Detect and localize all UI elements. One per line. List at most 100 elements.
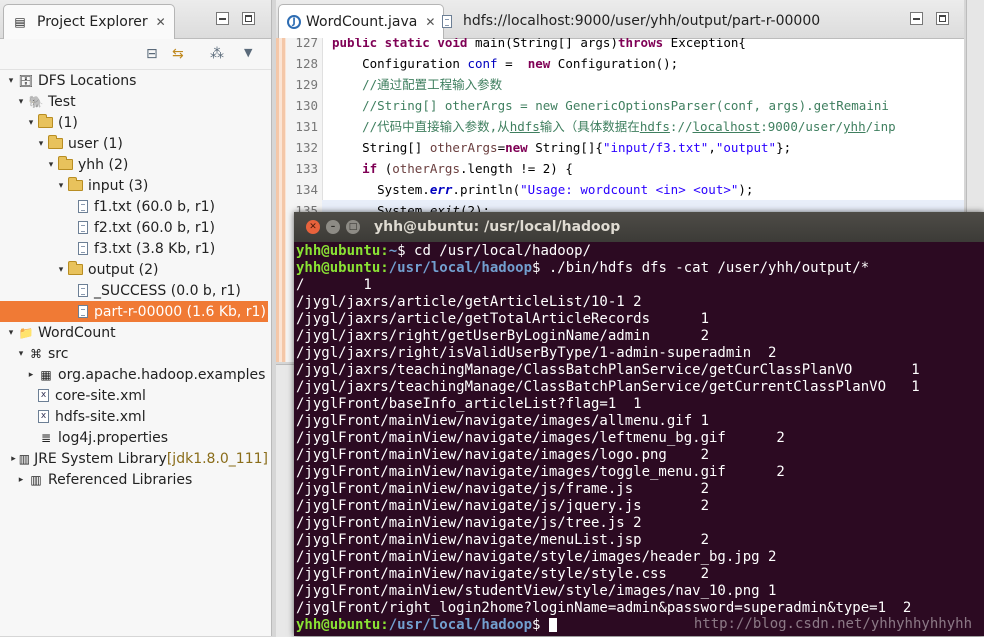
line-number: 132 <box>295 140 318 155</box>
tree-item[interactable]: x hdfs-site.xml <box>0 406 268 427</box>
terminal-line: /jygl/jaxrs/right/getUserByLoginName/adm… <box>296 328 710 344</box>
view-menu-icon[interactable]: ▼ <box>244 46 252 59</box>
line-number: 127 <box>295 35 318 50</box>
tree-item[interactable]: x core-site.xml <box>0 385 268 406</box>
expand-toggle-icon[interactable]: ▾ <box>16 349 26 359</box>
editor-minimize-button[interactable] <box>910 12 923 25</box>
tab-project-explorer[interactable]: ▤ Project Explorer ✕ <box>3 4 175 39</box>
java-file-icon: J <box>287 15 301 29</box>
minimize-button[interactable] <box>216 12 229 25</box>
line-number: 134 <box>295 182 318 197</box>
editor-tab-bar: J WordCount.java ✕ hdfs://localhost:9000… <box>276 0 964 39</box>
tree-item[interactable]: ▾ output (2) <box>0 259 268 280</box>
tree-item-label: user (1) <box>68 135 123 152</box>
expand-toggle-icon[interactable]: ▾ <box>6 76 16 86</box>
minimize-window-button[interactable]: – <box>326 220 340 234</box>
tree-item-label: log4j.properties <box>58 429 169 446</box>
tree-item[interactable]: ▾ 🗄 DFS Locations <box>0 70 268 91</box>
tree-item-label: core-site.xml <box>55 387 146 404</box>
terminal-line: /jyglFront/mainView/navigate/images/left… <box>296 430 785 446</box>
tree-item[interactable]: ▸ ▦ org.apache.hadoop.examples <box>0 364 268 385</box>
tab-hdfs-part-file[interactable]: hdfs://localhost:9000/user/yhh/output/pa… <box>434 4 828 38</box>
line-number: 131 <box>295 119 318 134</box>
tree-item[interactable]: ▾ ⌘ src <box>0 343 268 364</box>
terminal-line: /jygl/jaxrs/article/getTotalArticleRecor… <box>296 311 710 327</box>
expand-toggle-icon[interactable]: ▾ <box>16 97 26 107</box>
terminal-line: /jyglFront/mainView/navigate/js/tree.js … <box>296 515 642 531</box>
tree-item[interactable]: ▾ 📁 WordCount <box>0 322 268 343</box>
tree-item[interactable]: ▾ 🐘 Test <box>0 91 268 112</box>
terminal-line: yhh@ubuntu:~$ cd /usr/local/hadoop/ <box>296 243 591 260</box>
tree-item-label: Test <box>48 93 76 110</box>
collapse-all-icon[interactable]: ⊟ <box>146 46 158 62</box>
explorer-toolbar: ⊟ ⇆ ⁂ ▼ <box>0 39 271 70</box>
command-text: $ ./bin/hdfs dfs -cat /user/yhh/output/* <box>532 260 870 276</box>
expand-toggle-icon[interactable]: ▾ <box>56 265 66 275</box>
tree-item[interactable]: ▾ user (1) <box>0 133 268 154</box>
terminal-titlebar: ✕ – □ yhh@ubuntu: /usr/local/hadoop <box>294 212 984 242</box>
tree-item[interactable]: ▸ ▥ JRE System Library [jdk1.8.0_111] <box>0 448 268 469</box>
expand-toggle-icon[interactable]: ▾ <box>56 181 66 191</box>
folder-icon <box>68 261 83 275</box>
tree-item[interactable]: ▾ yhh (2) <box>0 154 268 175</box>
tree-item-label: output (2) <box>88 261 159 278</box>
terminal-line: /jyglFront/mainView/navigate/js/jquery.j… <box>296 498 710 514</box>
tree-item-label: yhh (2) <box>78 156 129 173</box>
tree-item-label: part-r-00000 (1.6 Kb, r1) <box>94 303 266 320</box>
terminal-line: /jygl/jaxrs/teachingManage/ClassBatchPla… <box>296 362 920 378</box>
terminal-output[interactable]: yhh@ubuntu:~$ cd /usr/local/hadoop/yhh@u… <box>296 243 984 636</box>
link-with-editor-icon[interactable]: ⇆ <box>172 46 184 62</box>
terminal-line: / 1 <box>296 277 372 293</box>
properties-icon: ≣ <box>40 430 52 445</box>
command-text: $ cd /usr/local/hadoop/ <box>397 243 592 259</box>
expand-toggle-icon[interactable]: ▾ <box>46 160 56 170</box>
close-window-button[interactable]: ✕ <box>306 220 320 234</box>
code-line: Configuration conf = new Configuration()… <box>332 56 679 71</box>
code-line: String[] otherArgs=new String[]{"input/f… <box>332 140 792 155</box>
tree-item[interactable]: f2.txt (60.0 b, r1) <box>0 217 268 238</box>
expand-toggle-icon[interactable]: ▸ <box>10 454 16 464</box>
prompt-path: /usr/local/hadoop <box>388 260 533 276</box>
close-icon[interactable]: ✕ <box>156 15 166 29</box>
tree-item[interactable]: f1.txt (60.0 b, r1) <box>0 196 268 217</box>
tree-item-label: input (3) <box>88 177 149 194</box>
file-icon <box>78 221 88 234</box>
watermark: http://blog.csdn.net/yhhyhhyhhyhh <box>693 616 972 632</box>
terminal-line: /jyglFront/mainView/navigate/style/image… <box>296 549 777 565</box>
terminal-line: yhh@ubuntu:/usr/local/hadoop$ <box>296 617 557 634</box>
expand-toggle-icon[interactable]: ▾ <box>6 328 16 338</box>
tree-item[interactable]: ▸ ▥ Referenced Libraries <box>0 469 268 490</box>
tree-item[interactable]: part-r-00000 (1.6 Kb, r1) <box>0 301 268 322</box>
expand-toggle-icon[interactable]: ▾ <box>26 118 36 128</box>
expand-toggle-icon[interactable]: ▸ <box>16 475 26 485</box>
tab-label: Project Explorer <box>37 14 148 30</box>
tree-item[interactable]: ▾ (1) <box>0 112 268 133</box>
tab-label: WordCount.java <box>306 14 418 30</box>
terminal-line: /jyglFront/right_login2home?loginName=ad… <box>296 600 912 616</box>
expand-toggle-icon[interactable]: ▸ <box>26 370 36 380</box>
tree-item[interactable]: ▾ input (3) <box>0 175 268 196</box>
line-number: 129 <box>295 77 318 92</box>
xml-icon: x <box>38 389 49 402</box>
maximize-button[interactable] <box>242 12 255 25</box>
file-icon <box>78 242 88 255</box>
folder-icon <box>48 135 63 149</box>
code-line: //代码中直接输入参数,从hdfs输入（具体数据在hdfs://localhos… <box>362 119 896 134</box>
terminal-line: /jyglFront/mainView/navigate/images/togg… <box>296 464 785 480</box>
folder-icon <box>38 114 53 128</box>
tree-item[interactable]: _SUCCESS (0.0 b, r1) <box>0 280 268 301</box>
expand-toggle-icon[interactable]: ▾ <box>36 139 46 149</box>
editor-maximize-button[interactable] <box>936 12 949 25</box>
hdfs-file-icon <box>442 14 452 28</box>
terminal-line: /jyglFront/mainView/navigate/style/style… <box>296 566 710 582</box>
maximize-window-button[interactable]: □ <box>346 220 360 234</box>
change-ruler <box>276 38 286 362</box>
line-number: 133 <box>295 161 318 176</box>
library-icon: ▥ <box>30 472 42 487</box>
tree-item[interactable]: f3.txt (3.8 Kb, r1) <box>0 238 268 259</box>
filters-icon[interactable]: ⁂ <box>210 46 224 62</box>
terminal-line: /jyglFront/mainView/navigate/images/logo… <box>296 447 710 463</box>
source-folder-icon: ⌘ <box>30 346 42 361</box>
prompt-user: yhh@ubuntu: <box>296 617 389 633</box>
tree-item[interactable]: ≣ log4j.properties <box>0 427 268 448</box>
